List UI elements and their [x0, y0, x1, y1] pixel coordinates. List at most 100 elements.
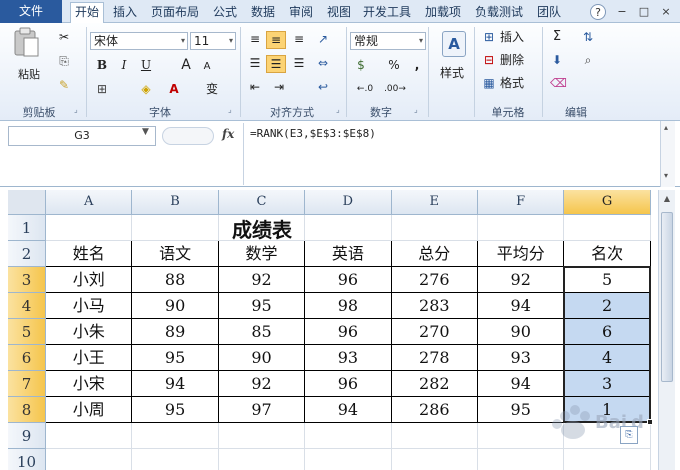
align-bottom-icon[interactable]: ≡ [290, 31, 308, 47]
font-color-icon[interactable]: A [166, 81, 182, 97]
align-left-icon[interactable]: ☰ [246, 55, 264, 71]
table-cell[interactable]: 小王 [46, 345, 133, 371]
rank-cell[interactable]: 2 [564, 293, 651, 319]
rank-cell[interactable]: 5 [564, 267, 651, 293]
autosum-button[interactable]: Σ [550, 29, 564, 45]
table-cell[interactable]: 95 [218, 293, 306, 319]
border-icon[interactable]: ⊞ [94, 81, 110, 97]
bold-button[interactable]: B [94, 57, 110, 73]
insert-cells-icon[interactable]: ⊞ [482, 29, 496, 45]
formula-input[interactable]: =RANK(E3,$E$3:$E$8) [243, 123, 659, 185]
table-cell[interactable]: 96 [305, 319, 392, 345]
comma-button[interactable]: , [410, 57, 424, 73]
tab-addins[interactable]: 加载项 [420, 3, 466, 23]
table-cell[interactable]: 90 [132, 293, 219, 319]
format-cells-icon[interactable]: ▦ [482, 75, 496, 91]
table-cell[interactable]: 90 [218, 345, 306, 371]
column-title-cell[interactable]: 平均分 [478, 241, 565, 267]
table-cell[interactable]: 92 [218, 371, 306, 397]
table-cell[interactable]: 92 [478, 267, 565, 293]
column-header-b[interactable]: B [132, 190, 219, 215]
decrease-decimal-icon[interactable]: .00→ [384, 81, 406, 97]
tab-data[interactable]: 数据 [246, 3, 280, 23]
clear-icon[interactable]: ⌫ [550, 75, 567, 91]
table-cell[interactable]: 286 [391, 397, 478, 423]
table-cell[interactable]: 95 [132, 397, 219, 423]
alignment-launcher-icon[interactable]: ⌟ [336, 106, 345, 115]
tab-home[interactable]: 开始 [70, 2, 104, 24]
phonetic-button[interactable]: 变 [204, 81, 220, 97]
format-cells-button[interactable]: 格式 [500, 75, 524, 91]
scrollbar-thumb[interactable] [661, 212, 673, 382]
column-header-g[interactable]: G [564, 190, 651, 215]
cell[interactable] [219, 449, 306, 470]
cell[interactable] [46, 423, 133, 449]
cut-icon[interactable]: ✂ [56, 29, 72, 45]
table-cell[interactable]: 96 [305, 371, 392, 397]
table-cell[interactable]: 小周 [46, 397, 133, 423]
column-header-d[interactable]: D [305, 190, 392, 215]
column-title-cell[interactable]: 名次 [564, 241, 651, 267]
insert-cells-button[interactable]: 插入 [500, 29, 524, 45]
restore-icon[interactable]: □ [636, 4, 652, 20]
formula-scrollbar[interactable]: ▴ ▾ [660, 121, 675, 187]
help-icon[interactable]: ? [590, 4, 606, 20]
cell[interactable] [305, 449, 392, 470]
row-header-9[interactable]: 9 [8, 423, 46, 449]
table-cell[interactable]: 97 [218, 397, 306, 423]
chevron-down-icon[interactable]: ▾ [664, 171, 668, 180]
paste-options-icon[interactable]: ⎘ [620, 426, 638, 444]
tab-file[interactable]: 文件 [0, 0, 62, 23]
increase-decimal-icon[interactable]: ←.0 [354, 81, 376, 97]
cell[interactable] [391, 423, 478, 449]
row-header-10[interactable]: 10 [8, 449, 46, 470]
table-cell[interactable]: 276 [391, 267, 478, 293]
align-top-icon[interactable]: ≡ [246, 31, 264, 47]
italic-button[interactable]: I [116, 57, 132, 73]
font-launcher-icon[interactable]: ⌟ [228, 106, 237, 115]
row-header-1[interactable]: 1 [8, 215, 46, 241]
table-cell[interactable]: 92 [218, 267, 306, 293]
number-launcher-icon[interactable]: ⌟ [414, 106, 423, 115]
find-select-icon[interactable]: ⌕ [580, 52, 596, 68]
table-cell[interactable]: 278 [391, 345, 478, 371]
table-cell[interactable]: 93 [305, 345, 392, 371]
cell[interactable] [46, 215, 133, 241]
column-header-e[interactable]: E [391, 190, 478, 215]
row-header-7[interactable]: 7 [8, 371, 46, 397]
sort-filter-icon[interactable]: ⇅ [580, 29, 596, 45]
table-cell[interactable]: 95 [132, 345, 219, 371]
format-painter-icon[interactable]: ✎ [56, 77, 72, 93]
tab-page-layout[interactable]: 页面布局 [146, 3, 204, 23]
column-header-f[interactable]: F [478, 190, 565, 215]
align-center-icon[interactable]: ☰ [266, 55, 286, 73]
increase-indent-icon[interactable]: ⇥ [270, 79, 288, 95]
table-cell[interactable]: 283 [391, 293, 478, 319]
underline-button[interactable]: U [138, 57, 154, 73]
paste-icon[interactable] [12, 27, 42, 59]
number-format-select[interactable]: 常规 ▾ [350, 32, 426, 50]
percent-button[interactable]: % [386, 57, 402, 73]
chevron-up-icon[interactable]: ▲ [661, 192, 673, 206]
cell[interactable] [132, 449, 219, 470]
decrease-indent-icon[interactable]: ⇤ [246, 79, 264, 95]
table-cell[interactable]: 88 [132, 267, 219, 293]
row-header-2[interactable]: 2 [8, 241, 46, 267]
column-header-c[interactable]: C [218, 190, 306, 215]
rank-cell[interactable]: 6 [564, 319, 651, 345]
font-name-select[interactable]: 宋体 ▾ [90, 32, 188, 50]
cell[interactable] [218, 423, 306, 449]
row-header-3[interactable]: 3 [8, 267, 46, 293]
column-title-cell[interactable]: 英语 [305, 241, 392, 267]
cell[interactable] [391, 215, 478, 241]
cell[interactable] [478, 215, 565, 241]
tab-review[interactable]: 审阅 [284, 3, 318, 23]
tab-developer[interactable]: 开发工具 [358, 3, 416, 23]
table-cell[interactable]: 94 [478, 293, 565, 319]
wrap-text-icon[interactable]: ↩ [314, 79, 332, 95]
table-cell[interactable]: 85 [218, 319, 306, 345]
tab-formulas[interactable]: 公式 [208, 3, 242, 23]
rank-cell[interactable]: 4 [564, 345, 651, 371]
copy-icon[interactable]: ⎘ [56, 53, 72, 69]
table-cell[interactable]: 90 [478, 319, 565, 345]
